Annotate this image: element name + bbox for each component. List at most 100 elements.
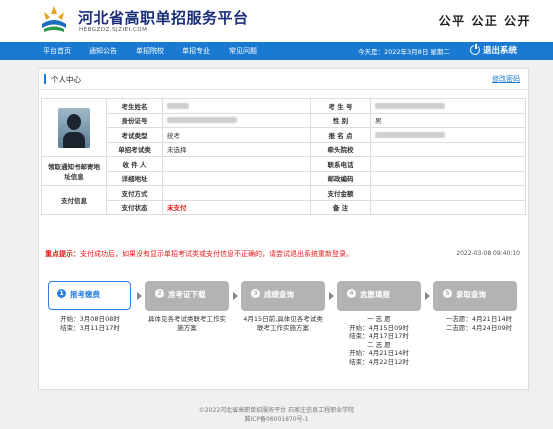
footer-icp: 冀ICP备06001870号-1 bbox=[244, 416, 309, 423]
pay-method-value bbox=[162, 185, 311, 201]
site-motto: 公平 公正 公开 bbox=[438, 14, 531, 28]
id-value bbox=[162, 112, 311, 128]
notice-label: 重点提示： bbox=[45, 250, 80, 258]
lead-school-value bbox=[370, 141, 526, 157]
mail-info-label: 领取通知书邮寄地址信息 bbox=[41, 156, 107, 186]
panel-title: 个人中心 bbox=[51, 75, 81, 84]
nav-majors[interactable]: 单招专业 bbox=[182, 46, 210, 56]
gender-value: 男 bbox=[370, 112, 526, 128]
desc-line: 二志愿：4月24日09时 bbox=[445, 323, 513, 332]
personal-center-panel: 个人中心 修改密码 考生姓名 考 生 号 身份证号 性 别 男 考试类型 统考 … bbox=[38, 68, 529, 390]
pay-amount-label: 支付金额 bbox=[310, 185, 371, 201]
step-label: 成绩查询 bbox=[264, 290, 294, 299]
student-photo bbox=[58, 107, 90, 148]
important-notice: 重点提示：支付成功后，如果没有显示单招考试类或支付信息不正确的，请尝试退出系统重… bbox=[45, 249, 353, 259]
lead-school-label: 牵头院校 bbox=[310, 141, 371, 157]
reg-point-value bbox=[370, 127, 526, 143]
exam-type-value: 统考 bbox=[162, 127, 311, 143]
desc-line: 施方案 bbox=[177, 323, 197, 332]
name-label: 考生姓名 bbox=[106, 98, 163, 114]
exam-type-label: 考试类型 bbox=[106, 127, 163, 143]
nav-notices[interactable]: 通知公告 bbox=[89, 46, 117, 56]
pay-status-value: 未支付 bbox=[162, 199, 311, 215]
logo-icon bbox=[42, 6, 66, 32]
address-value bbox=[162, 170, 311, 186]
main-nav: 平台首页 通知公告 单招院校 单招专业 常见问题 今天是：2022年3月8日 星… bbox=[0, 42, 553, 60]
desc-line: 开始：3月08日08时 bbox=[60, 315, 120, 323]
address-label: 详细地址 bbox=[106, 170, 163, 186]
desc-line: 一 志 愿 bbox=[367, 315, 391, 323]
pay-method-label: 支付方式 bbox=[106, 185, 163, 201]
step-preferences[interactable]: 4 志愿填报 bbox=[337, 281, 421, 311]
pay-amount-value bbox=[370, 185, 526, 201]
panel-header: 个人中心 修改密码 bbox=[39, 69, 528, 90]
step-number: 1 bbox=[57, 288, 66, 298]
desc-line: 二 志 愿 bbox=[367, 340, 391, 349]
footer-copyright: ©2022河北省高职单招服务平台 石家庄信息工程职业学院 bbox=[198, 407, 355, 414]
site-title: 河北省高职单招服务平台 bbox=[78, 9, 249, 27]
payment-info-label: 支付信息 bbox=[41, 185, 107, 215]
redacted-reg-point bbox=[375, 131, 445, 138]
pay-status-label: 支付状态 bbox=[106, 199, 163, 215]
step-scores[interactable]: 3 成绩查询 bbox=[241, 281, 325, 311]
exam-no-label: 考 生 号 bbox=[310, 98, 371, 114]
category-value: 未选择 bbox=[162, 141, 311, 157]
step-number: 3 bbox=[251, 289, 260, 298]
desc-line: 联考工作实施方案 bbox=[257, 323, 309, 332]
redacted-id bbox=[167, 117, 237, 124]
desc-line: 一志愿：4月21日14时 bbox=[445, 315, 513, 323]
site-subtitle: HEBGZDZ.SJZIEI.COM bbox=[79, 27, 148, 33]
desc-line: 开始：4月21日14时 bbox=[349, 349, 409, 357]
phone-value bbox=[370, 156, 526, 172]
remark-value bbox=[370, 199, 526, 215]
recipient-value bbox=[162, 156, 311, 172]
notice-text: 支付成功后，如果没有显示单招考试类或支付信息不正确的，请尝试退出系统重新登录。 bbox=[80, 250, 353, 258]
desc-line: 结束：3月11日17时 bbox=[60, 323, 120, 332]
site-footer: ©2022河北省高职单招服务平台 石家庄信息工程职业学院 冀ICP备060018… bbox=[0, 406, 553, 424]
power-icon bbox=[470, 43, 480, 55]
step-label: 准考证下载 bbox=[168, 290, 206, 299]
step-1-desc: 开始：3月08日08时 结束：3月11日17时 bbox=[48, 315, 132, 332]
arrow-right-icon bbox=[329, 292, 334, 300]
step-label: 志愿填报 bbox=[360, 290, 390, 299]
login-timestamp: 2022-03-08 09:40:10 bbox=[456, 250, 520, 257]
step-number: 4 bbox=[347, 289, 356, 298]
student-info-table: 考生姓名 考 生 号 身份证号 性 别 男 考试类型 统考 报 名 点 单招考试… bbox=[41, 98, 526, 215]
step-number: 5 bbox=[443, 289, 452, 298]
arrow-right-icon bbox=[233, 292, 238, 300]
step-4-desc: 一 志 愿 开始：4月15日09时 结束：4月17日17时 二 志 愿 开始：4… bbox=[337, 315, 421, 366]
desc-line: 结束：4月17日17时 bbox=[349, 332, 409, 340]
nav-faq[interactable]: 常见问题 bbox=[229, 46, 257, 56]
desc-line: 开始：4月15日09时 bbox=[349, 323, 409, 332]
logout-button[interactable]: 退出系统 bbox=[470, 43, 518, 56]
phone-label: 联系电话 bbox=[310, 156, 371, 172]
nav-schools[interactable]: 单招院校 bbox=[136, 46, 164, 56]
step-label: 报考缴费 bbox=[70, 289, 100, 299]
step-admission[interactable]: 5 录取查询 bbox=[433, 281, 517, 311]
step-2-desc: 具体见各考试类联考工作实 施方案 bbox=[141, 315, 233, 332]
redacted-exam-no bbox=[375, 102, 445, 109]
id-label: 身份证号 bbox=[106, 112, 163, 128]
postcode-label: 邮政编码 bbox=[310, 170, 371, 186]
step-number: 2 bbox=[155, 289, 164, 298]
nav-home[interactable]: 平台首页 bbox=[43, 46, 71, 56]
step-label: 录取查询 bbox=[456, 290, 486, 299]
logout-label: 退出系统 bbox=[483, 46, 518, 56]
photo-cell bbox=[41, 98, 107, 157]
gender-label: 性 别 bbox=[310, 112, 371, 128]
step-5-desc: 一志愿：4月21日14时 二志愿：4月24日09时 bbox=[433, 315, 525, 332]
desc-line: 具体见各考试类联考工作实 bbox=[148, 315, 226, 323]
arrow-right-icon bbox=[425, 292, 430, 300]
redacted-name bbox=[167, 102, 189, 109]
change-password-link[interactable]: 修改密码 bbox=[492, 74, 520, 84]
site-header: 河北省高职单招服务平台 HEBGZDZ.SJZIEI.COM 公平 公正 公开 bbox=[0, 0, 553, 42]
exam-no-value bbox=[370, 98, 526, 114]
desc-line: 结束：4月22日12时 bbox=[349, 357, 409, 366]
step-admit-card[interactable]: 2 准考证下载 bbox=[145, 281, 229, 311]
step-3-desc: 4月15日前,具体见各考试类 联考工作实施方案 bbox=[237, 315, 329, 332]
postcode-value bbox=[370, 170, 526, 186]
recipient-label: 收 件 人 bbox=[106, 156, 163, 172]
panel-header-bar bbox=[44, 74, 46, 84]
reg-point-label: 报 名 点 bbox=[310, 127, 371, 143]
step-apply-pay[interactable]: 1 报考缴费 bbox=[48, 281, 131, 310]
